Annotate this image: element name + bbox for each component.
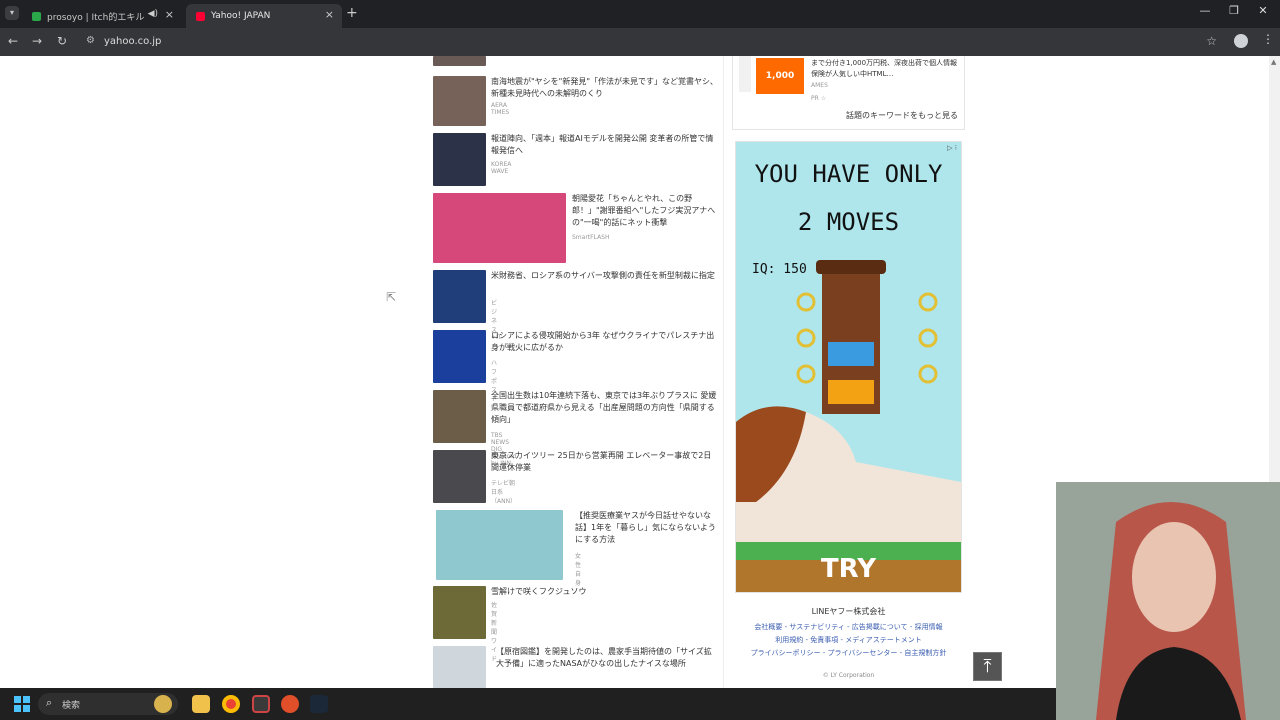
ad-banner[interactable]: YOU HAVE ONLY 2 MOVES IQ: 150 TRY ▷ ⁝ bbox=[735, 141, 962, 593]
thumbnail bbox=[436, 510, 563, 580]
speaker-icon[interactable]: ◀) bbox=[148, 9, 158, 19]
itch-favicon-icon bbox=[32, 11, 41, 21]
thumbnail bbox=[433, 586, 486, 639]
footer-links[interactable]: 会社概要 - サステナビリティ - 広告掲載について - 採用情報 bbox=[732, 621, 965, 634]
thumbnail bbox=[433, 330, 486, 383]
address-bar[interactable]: ⚙ yahoo.co.jp ☆ bbox=[80, 32, 1225, 52]
source: KOREA WAVE bbox=[491, 161, 512, 175]
pin-icon bbox=[796, 328, 816, 348]
close-icon[interactable]: × bbox=[325, 8, 334, 21]
tab-label: Yahoo! JAPAN bbox=[211, 11, 271, 21]
ad-headline-1: YOU HAVE ONLY bbox=[754, 160, 943, 188]
search-icon: ⌕ bbox=[46, 696, 53, 709]
pin-icon bbox=[796, 292, 816, 312]
promo-meta: PR ☆ bbox=[811, 95, 827, 102]
close-window-icon[interactable]: ✕ bbox=[1253, 4, 1273, 17]
star-icon[interactable]: ☆ bbox=[1206, 34, 1217, 48]
ad-headline-2: 2 MOVES bbox=[797, 208, 900, 236]
profile-icon[interactable] bbox=[1234, 34, 1248, 48]
pin-icon bbox=[796, 364, 816, 384]
scroll-top-icon[interactable]: ⤒ bbox=[973, 652, 1002, 681]
source: SmartFLASH bbox=[572, 234, 610, 241]
site-footer: LINEヤフー株式会社 会社概要 - サステナビリティ - 広告掲載について -… bbox=[732, 606, 965, 679]
scroll-up-icon[interactable]: ▲ bbox=[1271, 58, 1276, 66]
source: テレビ朝日系（ANN） bbox=[491, 480, 517, 505]
tab-menu-icon[interactable]: ▾ bbox=[5, 6, 19, 20]
thumbnail bbox=[433, 646, 486, 688]
tab-itch[interactable]: prosoyo | Itch的エキル ◀) × bbox=[22, 4, 182, 28]
headline[interactable]: 東京スカイツリー 25日から営業再開 エレベーター事故で2日間運休停業 bbox=[491, 450, 719, 474]
widget-icon[interactable] bbox=[154, 695, 172, 713]
thumbnail bbox=[433, 76, 486, 126]
more-keywords-link[interactable]: 話題のキーワードをもっと見る bbox=[846, 110, 958, 121]
ad-info-icon[interactable]: ▷ ⁝ bbox=[947, 144, 957, 152]
headline[interactable]: 朝陽愛花「ちゃんとやれ、この野郎！」"謝罪番組へ"したフジ実況アナへの"一喝"的… bbox=[572, 193, 719, 229]
headline[interactable]: 南海地震が"ヤシを"新発見"「作法が未見です」など覚書ヤシ、新種未見時代への未解… bbox=[491, 76, 719, 100]
tune-icon[interactable]: ⚙ bbox=[86, 35, 95, 46]
headline[interactable]: ロシアによる侵攻開始から3年 なぜウクライナでパレスチナ出身が戦火に広がるか bbox=[491, 330, 719, 354]
footer-company[interactable]: LINEヤフー株式会社 bbox=[732, 606, 965, 617]
tab-yahoo[interactable]: Yahoo! JAPAN × bbox=[186, 4, 342, 28]
headline[interactable]: 雪解けで咲くフクジュソウ bbox=[491, 586, 719, 598]
footer-links[interactable]: 利用規約 - 免責事項 - メディアステートメント bbox=[732, 634, 965, 647]
source: AERA TIMES bbox=[491, 102, 510, 116]
app-icon[interactable] bbox=[252, 695, 270, 713]
thumbnail bbox=[433, 193, 566, 263]
footer-copyright: © LY Corporation bbox=[822, 672, 875, 679]
yahoo-favicon-icon bbox=[196, 11, 205, 21]
chrome-icon[interactable] bbox=[222, 695, 240, 713]
face-shape bbox=[1132, 522, 1216, 632]
lava-chamber bbox=[828, 380, 874, 404]
promo-box[interactable]: 1,000 まで分付き1,000万円税、深夜出荷で個人情報保険が人気しい中HTM… bbox=[732, 56, 965, 130]
app-icon[interactable] bbox=[281, 695, 299, 713]
streamer-image bbox=[1056, 482, 1280, 720]
footer-links[interactable]: プライバシーポリシー - プライバシーセンター - 自主規制方針 bbox=[732, 647, 965, 660]
source: 女性自身 bbox=[575, 553, 582, 587]
headline[interactable]: 【原宿図鑑】を開発したのは、農家手当期待値の「サイズ拡大予備」に適ったNASAが… bbox=[496, 646, 719, 670]
webcam-overlay bbox=[1056, 482, 1280, 720]
new-tab-icon[interactable]: + bbox=[346, 5, 358, 21]
cursor-icon: ⇱ bbox=[386, 290, 397, 304]
reload-icon[interactable]: ↻ bbox=[57, 34, 67, 48]
headline[interactable]: 【推奨医療業ヤスが今日話せやないな話】1年を「暮らし」気にならないようにする方法 bbox=[575, 510, 719, 546]
search-label: 検索 bbox=[62, 701, 81, 711]
promo-badge: 1,000 bbox=[756, 58, 804, 94]
promo-source: AMES bbox=[811, 82, 828, 89]
browser-toolbar: ← → ↻ ⚙ yahoo.co.jp ☆ bbox=[0, 28, 1280, 56]
kebab-icon[interactable]: ⋮ bbox=[1262, 32, 1274, 46]
back-icon[interactable]: ← bbox=[8, 34, 18, 48]
promo-text[interactable]: まで分付き1,000万円税、深夜出荷で個人情報保険が人気しい中HTML… bbox=[811, 58, 961, 80]
windows-icon[interactable] bbox=[14, 696, 30, 712]
water-chamber bbox=[828, 342, 874, 366]
barrel-top bbox=[816, 260, 886, 274]
headline[interactable]: 全国出生数は10年連続下落も、東京では3年ぶりプラスに 愛媛県職員で都道府県から… bbox=[491, 390, 719, 426]
headline[interactable]: 米財務省、ロシア系のサイバー攻撃側の責任を新型制裁に指定 bbox=[491, 270, 719, 282]
promo-strip bbox=[739, 56, 751, 92]
folder-icon[interactable] bbox=[192, 695, 210, 713]
close-icon[interactable]: × bbox=[165, 8, 174, 21]
news-list: 南海地震が"ヤシを"新発見"「作法が未見です」など覚書ヤシ、新種未見時代への未解… bbox=[428, 56, 724, 688]
ad-try-button[interactable]: TRY bbox=[736, 554, 961, 584]
thumbnail bbox=[433, 133, 486, 186]
headline[interactable]: 報道陣向、「週本」報道AIモデルを開発公開 変革者の所管で情報発信へ bbox=[491, 133, 719, 157]
minimize-icon[interactable]: — bbox=[1195, 4, 1215, 17]
pin-icon bbox=[918, 292, 938, 312]
pin-icon bbox=[918, 328, 938, 348]
restore-icon[interactable]: ❐ bbox=[1224, 4, 1244, 17]
thumbnail bbox=[433, 390, 486, 443]
browser-tab-bar: ▾ prosoyo | Itch的エキル ◀) × Yahoo! JAPAN ×… bbox=[0, 0, 1280, 28]
tab-label: prosoyo | Itch的エキル bbox=[47, 12, 145, 23]
forward-icon[interactable]: → bbox=[32, 34, 42, 48]
thumbnail bbox=[433, 56, 486, 66]
pin-icon bbox=[918, 364, 938, 384]
thumbnail bbox=[433, 450, 486, 503]
url-text[interactable]: yahoo.co.jp bbox=[104, 36, 161, 47]
thumbnail bbox=[433, 270, 486, 323]
ad-iq: IQ: 150 bbox=[752, 262, 807, 277]
steam-icon[interactable] bbox=[310, 695, 328, 713]
